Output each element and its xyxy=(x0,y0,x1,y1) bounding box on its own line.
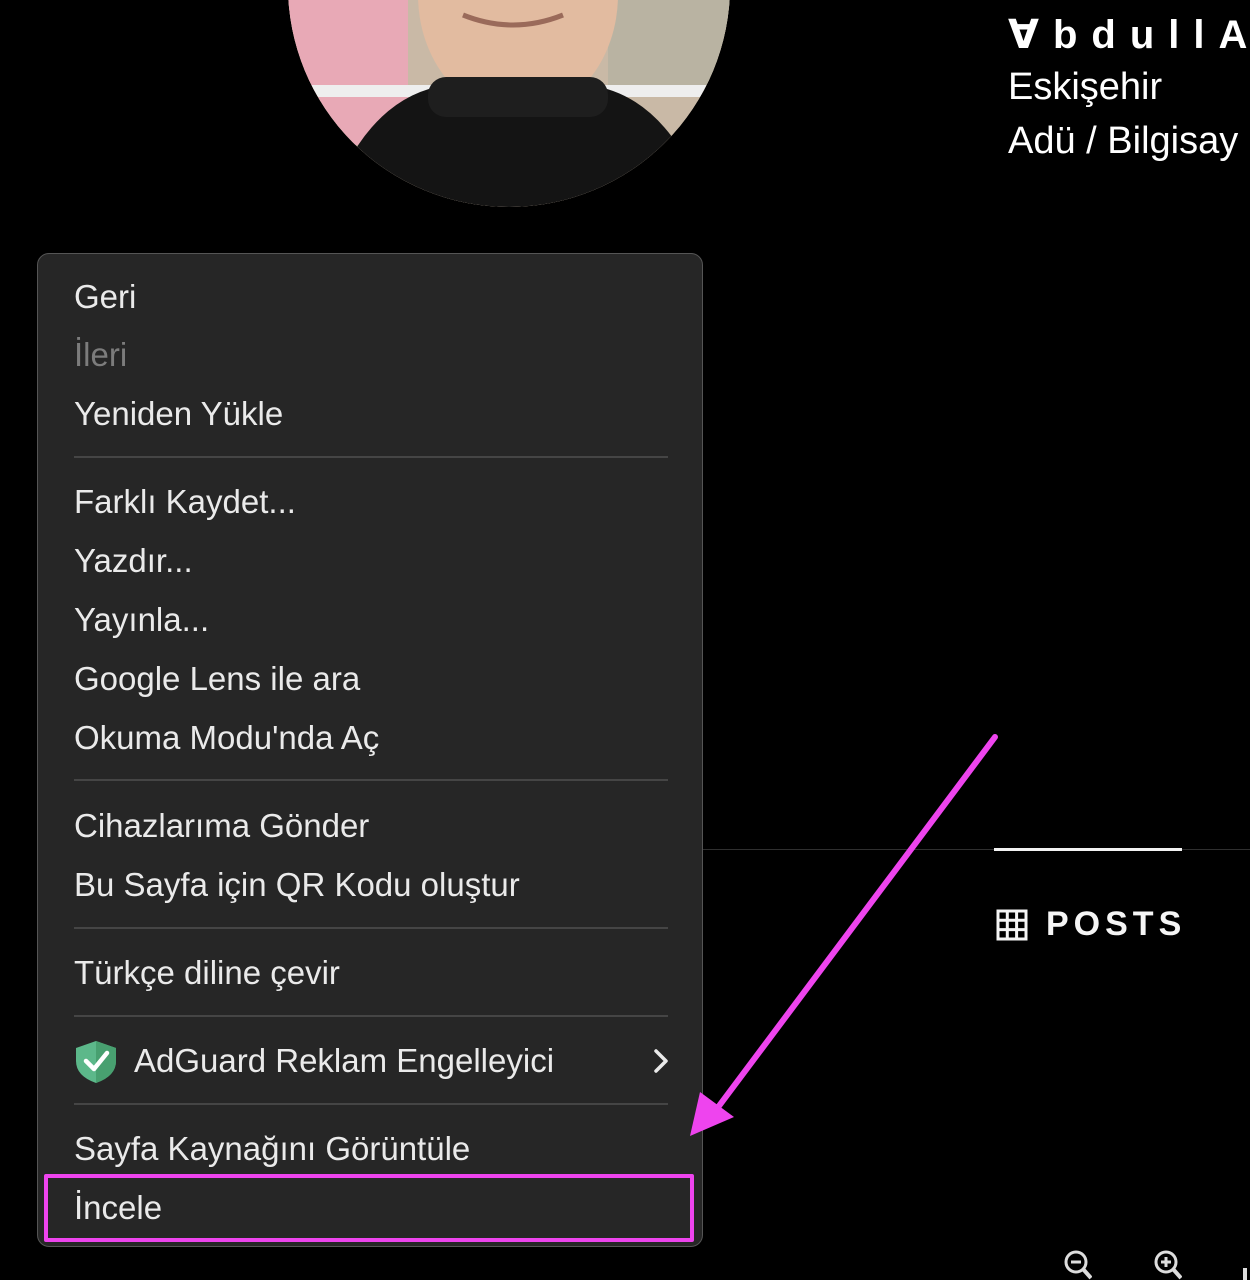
menu-separator xyxy=(74,456,668,458)
menu-separator xyxy=(74,1103,668,1105)
tab-posts-label: POSTS xyxy=(1046,905,1187,943)
tab-posts[interactable]: POSTS xyxy=(996,905,1186,944)
profile-avatar[interactable] xyxy=(288,0,730,207)
menu-item-forward[interactable]: İleri xyxy=(74,327,672,383)
menu-item-adguard[interactable]: AdGuard Reklam Engelleyici xyxy=(74,1033,672,1089)
grid-icon xyxy=(996,909,1028,940)
menu-item-send-to-devices[interactable]: Cihazlarıma Gönder xyxy=(74,798,672,854)
profile-name: ∀bdullAh xyxy=(1008,13,1250,57)
menu-separator xyxy=(74,1015,668,1017)
profile-school: Adü / Bilgisay xyxy=(1008,120,1239,162)
menu-item-reading-mode[interactable]: Okuma Modu'nda Aç xyxy=(74,710,672,766)
chevron-right-icon xyxy=(654,1049,668,1073)
zoom-in-icon[interactable] xyxy=(1154,1250,1182,1280)
context-menu: Geri İleri Yeniden Yükle Farklı Kaydet..… xyxy=(37,253,703,1247)
menu-item-qr-code[interactable]: Bu Sayfa için QR Kodu oluştur xyxy=(74,857,672,913)
menu-item-view-source[interactable]: Sayfa Kaynağını Görüntüle xyxy=(74,1121,672,1177)
zoom-out-icon[interactable] xyxy=(1064,1250,1092,1280)
menu-separator xyxy=(74,779,668,781)
inspect-highlight-box xyxy=(44,1174,694,1242)
menu-item-save-as[interactable]: Farklı Kaydet... xyxy=(74,474,672,530)
tab-active-indicator xyxy=(994,848,1182,851)
profile-city: Eskişehir xyxy=(1008,66,1163,108)
avatar-photo xyxy=(288,0,730,207)
menu-item-print[interactable]: Yazdır... xyxy=(74,533,672,589)
menu-item-back[interactable]: Geri xyxy=(74,269,672,325)
menu-item-reload[interactable]: Yeniden Yükle xyxy=(74,386,672,442)
adguard-shield-icon xyxy=(76,1041,116,1083)
menu-item-cast[interactable]: Yayınla... xyxy=(74,592,672,648)
menu-item-google-lens[interactable]: Google Lens ile ara xyxy=(74,651,672,707)
menu-item-adguard-label: AdGuard Reklam Engelleyici xyxy=(134,1042,555,1079)
menu-separator xyxy=(74,927,668,929)
edge-control-icon xyxy=(1243,1268,1247,1280)
menu-item-translate[interactable]: Türkçe diline çevir xyxy=(74,945,672,1001)
